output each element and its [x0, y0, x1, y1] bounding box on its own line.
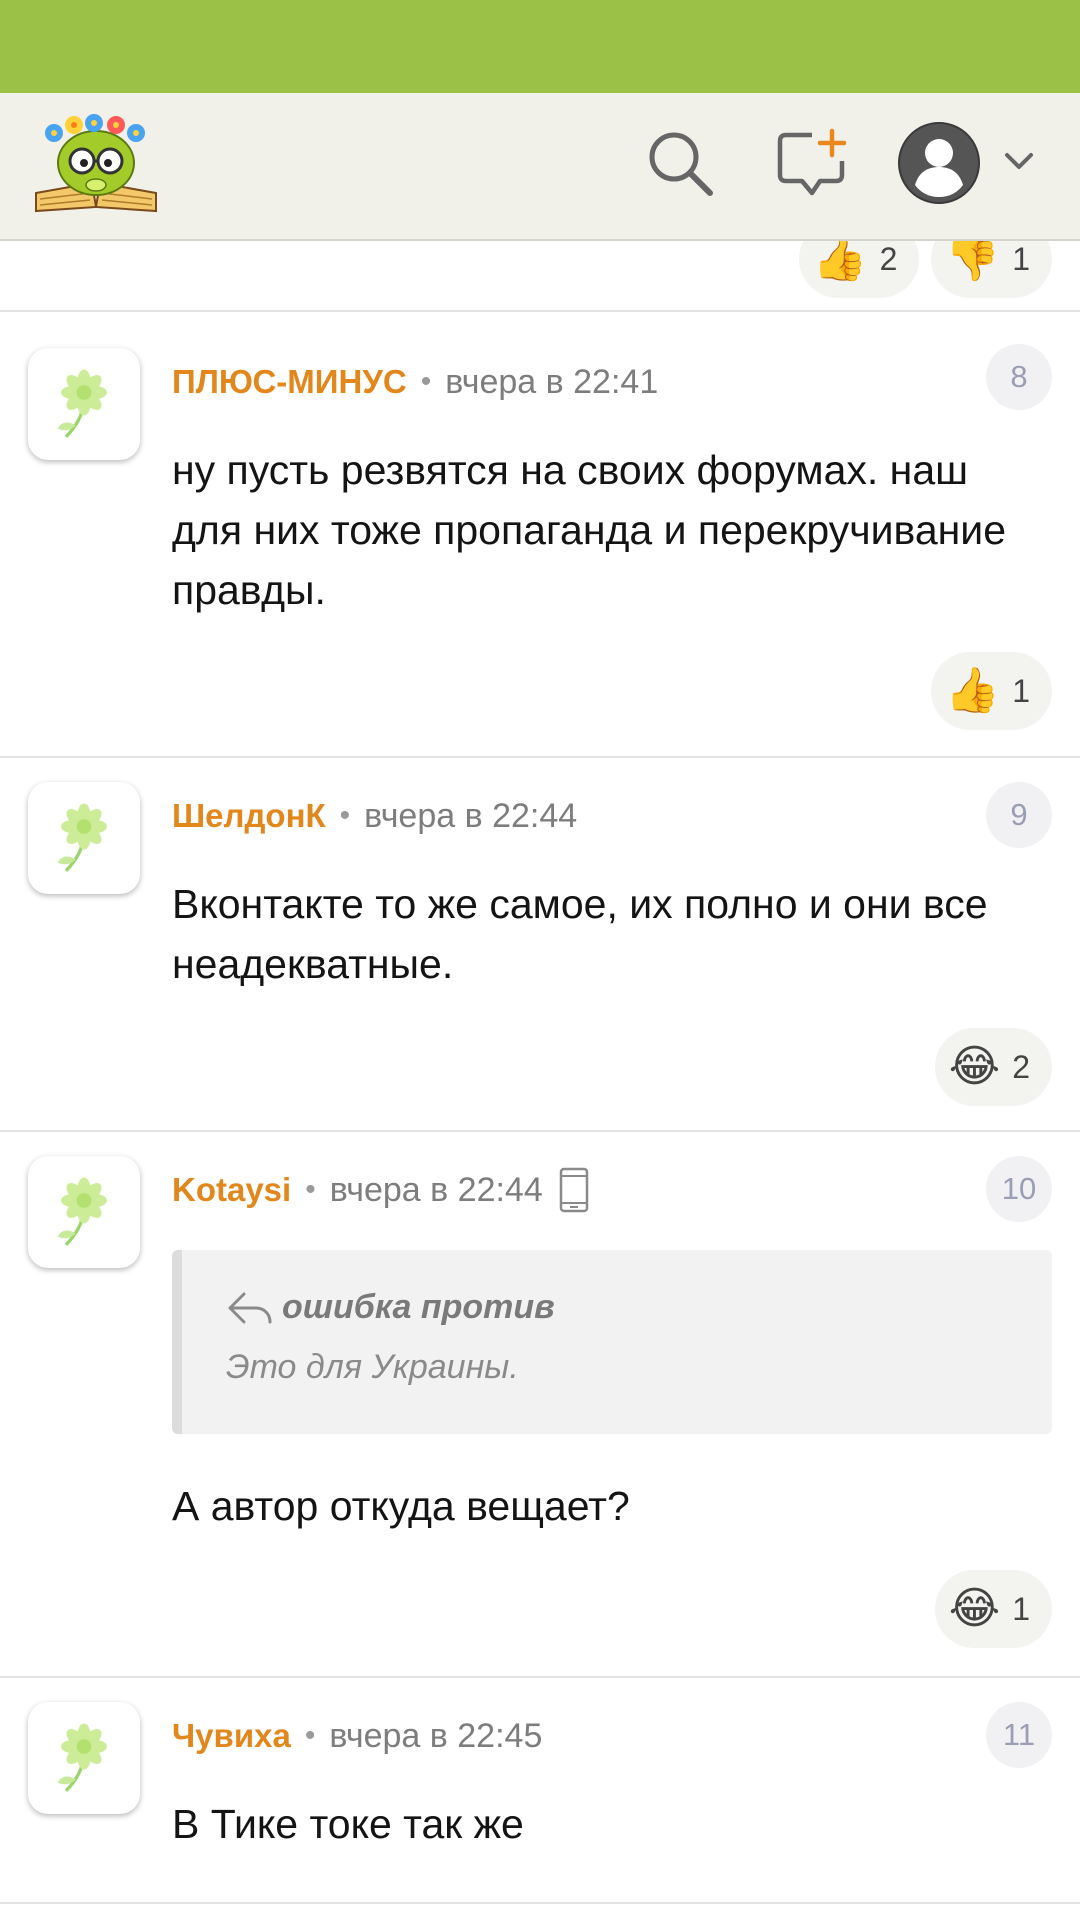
quoted-reply[interactable]: ошибка против Это для Украины.	[172, 1250, 1052, 1434]
comment: ПЛЮС-МИНУС • вчера в 22:41 8 ну пусть ре…	[0, 312, 1080, 756]
meta-separator: •	[305, 1173, 316, 1206]
reaction-button[interactable]: 😂 2	[934, 1028, 1052, 1106]
meta-separator: •	[420, 365, 432, 398]
new-post-button[interactable]	[772, 123, 852, 203]
status-bar	[0, 0, 1080, 93]
user-avatar[interactable]	[28, 348, 140, 460]
comment-author[interactable]: Чувиха	[172, 1717, 291, 1755]
comment-author[interactable]: ШелдонК	[172, 797, 326, 835]
user-avatar[interactable]	[28, 782, 140, 894]
quote-text: Это для Украины.	[226, 1348, 519, 1386]
profile-icon	[898, 122, 980, 204]
comment-reactions: 😂 1	[934, 1570, 1052, 1648]
quote-header: ошибка против	[226, 1288, 555, 1327]
comments-feed: 👍 2 👎 1 ПЛЮС-МИНУС • вчера в 22:41 8 ну …	[0, 0, 1080, 1913]
comment: ШелдонК • вчера в 22:44 9 Вконтакте то ж…	[0, 758, 1080, 1130]
dislike-count: 1	[1012, 240, 1030, 277]
comment-time[interactable]: вчера в 22:44	[330, 1171, 543, 1210]
reaction-button[interactable]: 😂 1	[934, 1570, 1052, 1648]
reply-arrow-icon	[228, 1292, 272, 1323]
comment-reactions: 😂 2	[934, 1028, 1052, 1106]
reaction-count: 1	[1012, 1590, 1030, 1627]
meta-separator: •	[339, 799, 351, 832]
comment-divider	[0, 1902, 1080, 1904]
quote-author[interactable]: ошибка против	[282, 1288, 555, 1327]
comment-number-badge[interactable]: 8	[986, 344, 1052, 410]
comment-number-badge[interactable]: 9	[986, 782, 1052, 848]
comment-time[interactable]: вчера в 22:44	[364, 797, 577, 836]
comment: Чувиха • вчера в 22:45 11 В Тике токе та…	[0, 1678, 1080, 1913]
laughing-emoji-icon: 😂	[948, 1584, 1001, 1633]
meta-separator: •	[304, 1719, 316, 1752]
flower-avatar-icon	[43, 354, 125, 454]
comment-text: Вконтакте то же самое, их полно и они вс…	[172, 881, 988, 987]
comment-meta: ПЛЮС-МИНУС • вчера в 22:41	[172, 360, 658, 404]
comment-reactions: 👍 1	[931, 652, 1052, 730]
reaction-count: 1	[1012, 672, 1030, 709]
profile-menu-button[interactable]	[895, 119, 1045, 207]
chevron-down-icon	[1005, 153, 1033, 169]
search-button[interactable]	[640, 123, 720, 203]
thumbs-up-icon: 👍	[812, 234, 868, 283]
thumbs-up-icon: 👍	[945, 666, 1001, 715]
comment-meta: Чувиха • вчера в 22:45	[172, 1714, 542, 1758]
flower-avatar-icon	[43, 1708, 125, 1808]
flower-avatar-icon	[43, 1162, 125, 1262]
user-avatar[interactable]	[28, 1156, 140, 1268]
site-logo[interactable]	[32, 111, 160, 217]
comment: Kotaysi • вчера в 22:44 10 ошибка против…	[0, 1132, 1080, 1676]
site-header	[0, 93, 1080, 241]
comment-author[interactable]: Kotaysi	[172, 1171, 291, 1209]
comment-meta: ШелдонК • вчера в 22:44	[172, 794, 577, 838]
comment-number-badge[interactable]: 11	[986, 1702, 1052, 1768]
reaction-count: 2	[1012, 1048, 1030, 1085]
like-count: 2	[879, 240, 898, 277]
comment-time[interactable]: вчера в 22:41	[445, 363, 658, 402]
comment-text: В Тике токе так же	[172, 1801, 524, 1847]
thumbs-down-icon: 👎	[945, 234, 1001, 283]
new-post-icon	[777, 128, 847, 196]
reaction-button[interactable]: 👍 1	[931, 652, 1052, 730]
comment-number-badge[interactable]: 10	[986, 1156, 1052, 1222]
user-avatar[interactable]	[28, 1702, 140, 1814]
comment-author[interactable]: ПЛЮС-МИНУС	[172, 363, 407, 401]
comment-time[interactable]: вчера в 22:45	[329, 1717, 542, 1756]
comment-meta: Kotaysi • вчера в 22:44	[172, 1167, 589, 1213]
comment-text: ну пусть резвятся на своих форумах. наш …	[172, 447, 1006, 613]
mobile-phone-icon	[559, 1167, 589, 1213]
laughing-emoji-icon: 😂	[948, 1042, 1001, 1091]
flower-avatar-icon	[43, 788, 125, 888]
search-icon	[649, 132, 713, 196]
comment-text: А автор откуда вещает?	[172, 1483, 630, 1529]
